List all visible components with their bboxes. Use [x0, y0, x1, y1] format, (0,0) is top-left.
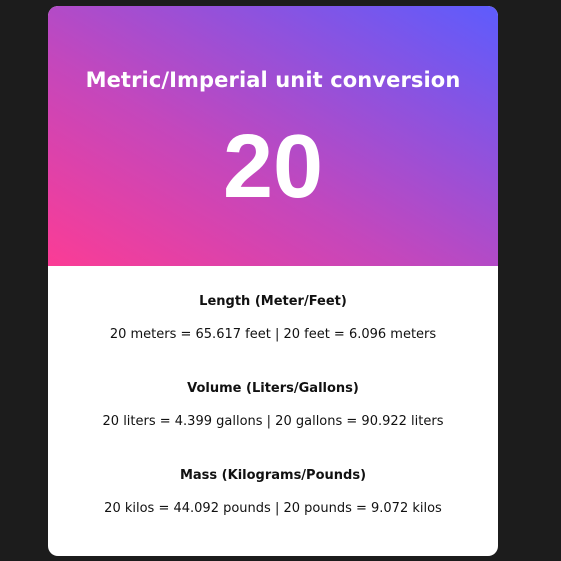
- length-section: Length (Meter/Feet) 20 meters = 65.617 f…: [48, 293, 498, 380]
- converter-card: Metric/Imperial unit conversion 20 Lengt…: [48, 6, 498, 556]
- volume-result: 20 liters = 4.399 gallons | 20 gallons =…: [102, 414, 444, 429]
- volume-section: Volume (Liters/Gallons) 20 liters = 4.39…: [48, 380, 498, 467]
- mass-result: 20 kilos = 44.092 pounds | 20 pounds = 9…: [104, 501, 442, 516]
- conversion-results: Length (Meter/Feet) 20 meters = 65.617 f…: [48, 266, 498, 554]
- length-result: 20 meters = 65.617 feet | 20 feet = 6.09…: [109, 327, 437, 342]
- volume-title: Volume (Liters/Gallons): [187, 381, 359, 396]
- input-number-display: 20: [222, 117, 324, 217]
- page-title: Metric/Imperial unit conversion: [85, 68, 461, 92]
- hero-section: Metric/Imperial unit conversion 20: [48, 6, 498, 266]
- length-title: Length (Meter/Feet): [199, 294, 347, 309]
- mass-title: Mass (Kilograms/Pounds): [179, 468, 367, 483]
- mass-section: Mass (Kilograms/Pounds) 20 kilos = 44.09…: [48, 467, 498, 554]
